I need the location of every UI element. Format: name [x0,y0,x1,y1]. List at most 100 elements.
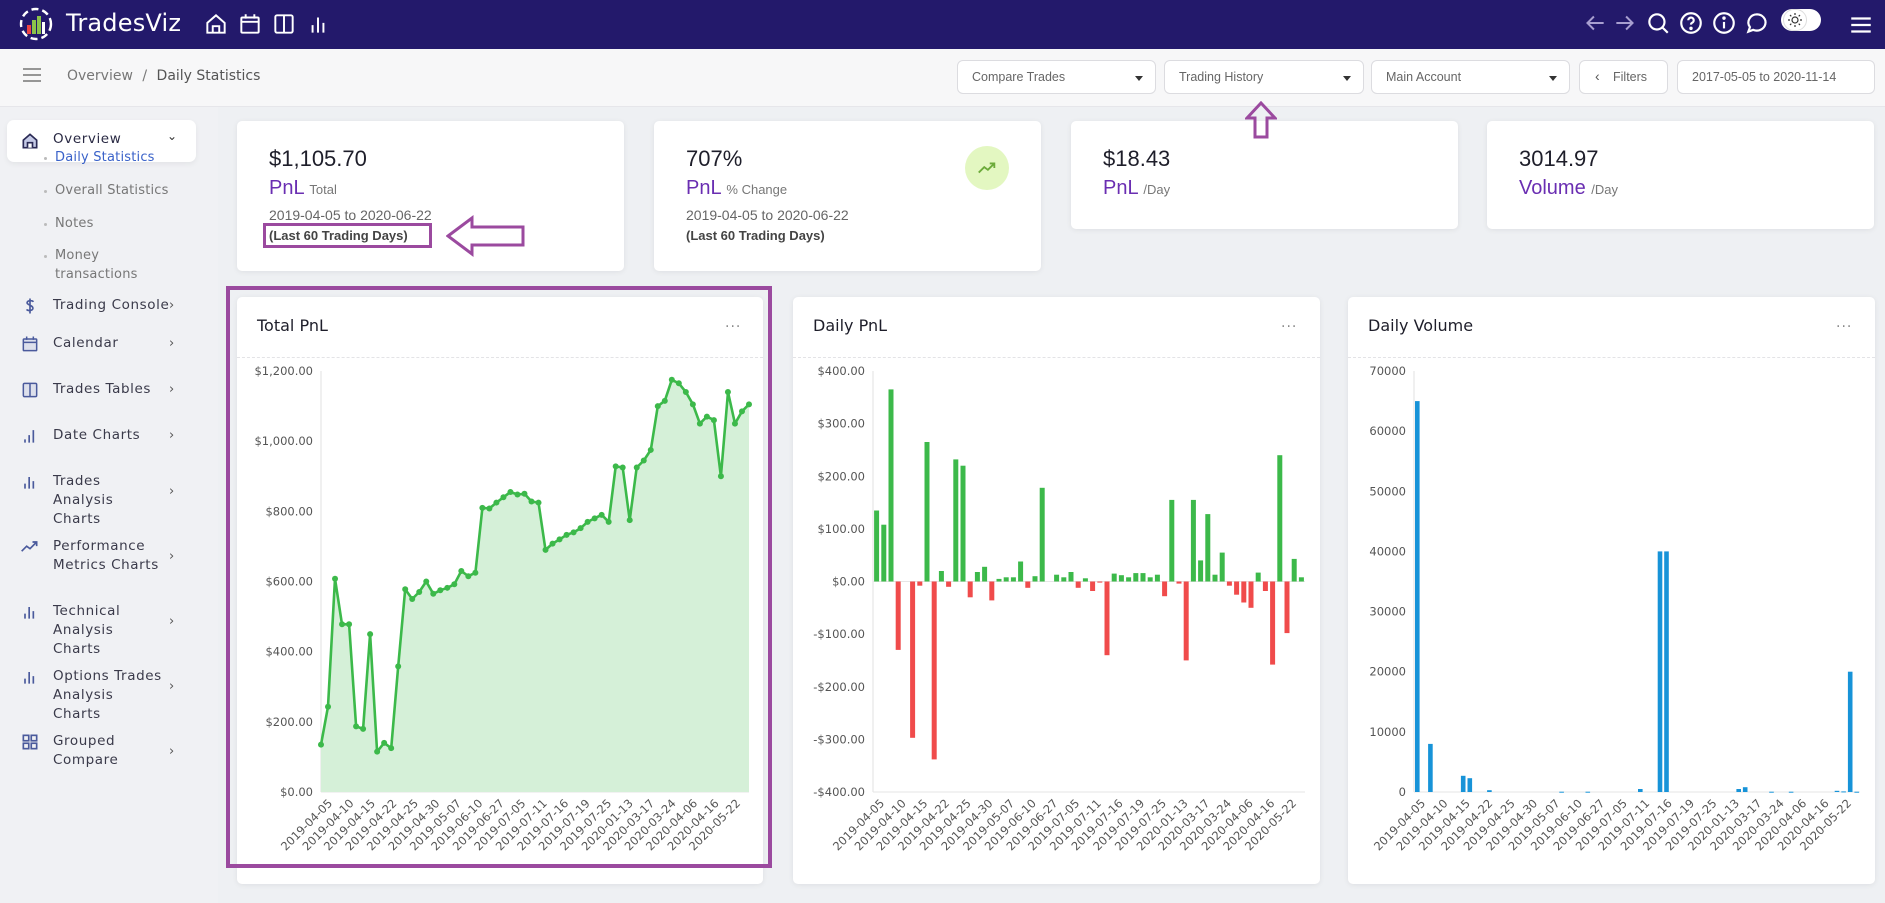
data-point [724,389,731,396]
bar [1841,791,1846,793]
brand-name[interactable]: TradesViz [66,9,181,37]
caret-down-icon [1135,76,1143,81]
area-fill [321,379,749,792]
stat-card-total-pnl: $1,105.70 PnL Total 2019-04-05 to 2020-0… [237,121,624,271]
home-icon [22,133,38,149]
stat-label-main: PnL [1103,177,1138,199]
home-icon[interactable] [203,11,229,37]
sidebar-toggle-icon[interactable] [22,67,42,83]
data-point [423,578,430,585]
data-point [339,621,346,628]
bar [1736,789,1741,792]
tradesviz-logo[interactable] [18,6,54,42]
data-point [591,515,598,522]
sidebar-sub-money-transactions[interactable]: Money transactions [44,246,145,284]
y-tick-label: -$400.00 [813,785,865,799]
sidebar-item-label: Performance Metrics Charts [53,538,159,573]
chevron-left-icon: ‹ [1595,68,1600,84]
help-icon[interactable] [1678,10,1704,36]
bar [1003,577,1009,582]
chevron-right-icon: › [169,679,175,694]
chevron-right-icon: › [169,744,175,759]
trading-history-select[interactable]: Trading History [1164,60,1364,94]
bar [1415,401,1420,792]
sidebar-item-calendar[interactable]: Calendar › [0,334,200,354]
bar [1162,581,1168,597]
bar [1140,573,1146,582]
menu-icon[interactable] [1848,12,1874,38]
data-point [626,517,633,524]
bar [1212,574,1218,582]
bar [1032,576,1038,582]
y-tick-label: $1,000.00 [254,434,313,448]
sidebar-sub-notes[interactable]: Notes [44,214,94,233]
columns-icon[interactable] [271,11,297,37]
data-point [402,586,409,593]
sidebar-item-trades-tables[interactable]: Trades Tables › [0,380,200,400]
theme-toggle[interactable] [1781,9,1821,31]
forward-arrow-icon[interactable] [1612,10,1638,36]
breadcrumb-overview[interactable]: Overview [67,68,133,84]
chevron-right-icon: › [169,549,175,564]
data-point [332,575,339,582]
bar [996,578,1002,582]
sidebar-item-options-trades-analysis-charts[interactable]: Options Trades Analysis Charts › [0,667,200,722]
sidebar-item-trading-console[interactable]: Trading Console › [0,296,200,316]
search-icon[interactable] [1645,10,1671,36]
compare-trades-select[interactable]: Compare Trades [957,60,1156,94]
bar [1039,487,1045,582]
bar [1183,581,1189,661]
data-point [514,491,521,498]
bar-chart-icon [24,477,35,489]
daily-volume-chart: 0100002000030000400005000060000700002019… [1369,364,1860,853]
bar [1118,575,1124,582]
sidebar-item-performance-metrics-charts[interactable]: Performance Metrics Charts › [0,537,200,577]
y-tick-label: $200.00 [265,715,313,729]
info-icon[interactable] [1711,10,1737,36]
sidebar-item-technical-analysis-charts[interactable]: Technical Analysis Charts › [0,602,200,657]
data-point [416,589,423,596]
data-point [584,518,591,525]
data-point [458,567,465,574]
bar [1111,573,1117,582]
filters-button[interactable]: ‹ Filters [1579,60,1668,94]
bar [982,566,988,582]
back-arrow-icon[interactable] [1582,10,1608,36]
bar [1097,581,1103,583]
chat-icon[interactable] [1744,10,1770,36]
chevron-right-icon: › [169,428,175,443]
annotation-highlight-box [263,223,432,248]
data-point [605,518,612,525]
sidebar-item-label: Options Trades Analysis Charts [53,668,162,722]
bar [1241,581,1247,603]
data-point [598,511,605,518]
y-tick-label: $200.00 [817,469,865,483]
bar [967,581,973,598]
stat-card-pnl-change: 707% PnL % Change 2019-04-05 to 2020-06-… [654,121,1041,271]
bar [1291,558,1297,582]
bar [1176,581,1182,584]
account-select[interactable]: Main Account [1371,60,1570,94]
data-point [570,529,577,536]
calendar-icon[interactable] [237,11,263,37]
data-point [577,525,584,532]
bar [1061,577,1067,582]
data-point [486,505,493,512]
bar-chart-icon [24,430,35,443]
sidebar-sub-daily-statistics[interactable]: Daily Statistics [44,148,155,167]
sidebar-item-label: Calendar [53,335,119,351]
sidebar-sub-overall-statistics[interactable]: Overall Statistics [44,181,169,200]
sidebar-item-grouped-compare[interactable]: Grouped Compare › [0,732,200,772]
date-range-button[interactable]: 2017-05-05 to 2020-11-14 [1677,60,1875,94]
stat-label-sub: % Change [726,182,788,197]
data-point [746,401,752,408]
data-point [542,546,549,553]
data-point [318,741,324,748]
chevron-right-icon: › [169,336,175,351]
bar-chart-icon[interactable] [305,11,331,37]
data-point [451,581,458,588]
sidebar-item-trades-analysis-charts[interactable]: Trades Analysis Charts › [0,472,200,527]
sidebar-item-date-charts[interactable]: Date Charts › [0,426,200,446]
trading-history-value: Trading History [1179,70,1264,84]
stat-card-volume-per-day: 3014.97 Volume /Day [1487,121,1874,229]
